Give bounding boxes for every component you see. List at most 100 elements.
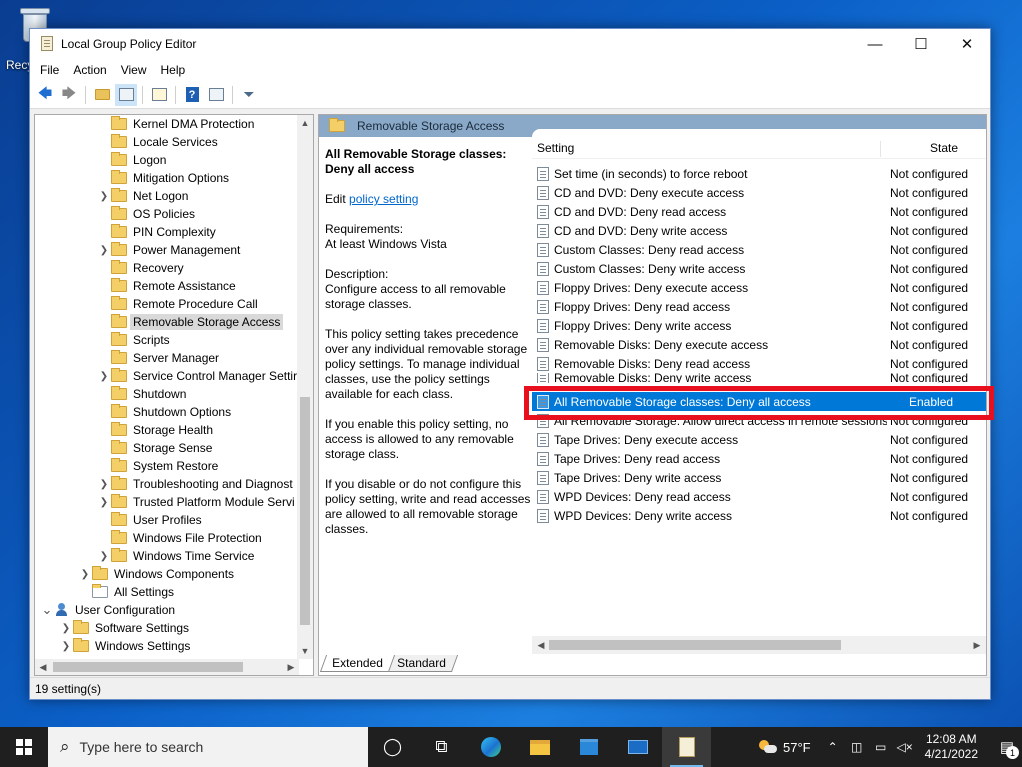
clock[interactable]: 12:08 AM 4/21/2022 [925, 732, 978, 762]
list-row[interactable]: Floppy Drives: Deny read access Not confi… [532, 297, 986, 316]
network-icon[interactable]: ▭ [871, 740, 891, 754]
forward-arrow-icon[interactable]: 🡆 [58, 84, 80, 106]
tree-item[interactable]: Locale Services [97, 133, 218, 151]
tree-item[interactable]: Windows File Protection [97, 529, 262, 547]
chevron-right-icon[interactable]: ❯ [59, 623, 73, 634]
column-state[interactable]: State [930, 141, 958, 155]
tab-extended[interactable]: Extended [319, 655, 395, 672]
tree-horizontal-scrollbar[interactable]: ◀ ▶ [35, 659, 299, 675]
scroll-left-icon[interactable]: ◀ [533, 637, 549, 653]
task-view-icon[interactable]: ⧉ [417, 727, 466, 767]
chevron-up-icon[interactable]: ⌃ [823, 740, 843, 754]
tree-item[interactable]: Remote Procedure Call [97, 295, 258, 313]
tree-item[interactable]: Removable Storage Access [97, 313, 284, 331]
microsoft-store-icon[interactable] [564, 727, 613, 767]
notification-center-button[interactable]: ▤ 1 [992, 727, 1022, 767]
tree-item[interactable]: Mitigation Options [97, 169, 229, 187]
tree-scroll-thumb[interactable] [300, 397, 310, 625]
tree-vertical-scrollbar[interactable]: ▲ ▼ [297, 115, 313, 659]
up-folder-icon[interactable] [91, 84, 113, 106]
start-button[interactable] [0, 727, 48, 767]
list-row[interactable]: Custom Classes: Deny write access Not con… [532, 259, 986, 278]
list-row[interactable]: CD and DVD: Deny read access Not configur… [532, 202, 986, 221]
list-row[interactable]: WPD Devices: Deny write access Not config… [532, 506, 986, 525]
list-row[interactable]: WPD Devices: Deny read access Not configu… [532, 487, 986, 506]
tree-item[interactable]: Scripts [97, 331, 170, 349]
tree-item[interactable]: ❯ Windows Time Service [97, 547, 254, 565]
tree-item-all-settings[interactable]: All Settings [78, 583, 174, 601]
scroll-down-icon[interactable]: ▼ [297, 643, 313, 659]
chevron-right-icon[interactable]: ❯ [78, 569, 92, 580]
tree-item-windows-components[interactable]: ❯ Windows Components [78, 565, 234, 583]
show-hide-tree-icon[interactable] [115, 83, 137, 106]
chevron-right-icon[interactable]: ❯ [97, 479, 111, 490]
list-row[interactable]: Tape Drives: Deny read access Not configu… [532, 449, 986, 468]
tree-item-software-settings[interactable]: ❯ Software Settings [59, 619, 189, 637]
chevron-right-icon[interactable]: ❯ [97, 551, 111, 562]
tree-item[interactable]: Kernel DMA Protection [97, 115, 254, 133]
tree-item[interactable]: ❯ Net Logon [97, 187, 188, 205]
tree-item[interactable]: System Restore [97, 457, 218, 475]
menu-help[interactable]: Help [154, 63, 193, 77]
edit-policy-setting-link[interactable]: policy setting [349, 192, 418, 206]
file-explorer-icon[interactable] [515, 727, 564, 767]
scroll-up-icon[interactable]: ▲ [297, 115, 313, 131]
list-row[interactable]: Floppy Drives: Deny write access Not conf… [532, 316, 986, 335]
tree-item[interactable]: Shutdown [97, 385, 186, 403]
chevron-right-icon[interactable]: ❯ [59, 641, 73, 652]
chevron-right-icon[interactable]: ❯ [97, 245, 111, 256]
tree-item[interactable]: OS Policies [97, 205, 195, 223]
tree-item[interactable]: ❯ Troubleshooting and Diagnost [97, 475, 293, 493]
menu-file[interactable]: File [33, 63, 66, 77]
tree-hscroll-thumb[interactable] [53, 662, 243, 672]
list-row[interactable]: Removable Disks: Deny read access Not con… [532, 354, 986, 373]
tree-item[interactable]: Storage Health [97, 421, 213, 439]
tab-standard[interactable]: Standard [384, 655, 458, 672]
tree-item-user-configuration[interactable]: ⌄ User Configuration [40, 601, 176, 619]
title-bar[interactable]: Local Group Policy Editor — ☐ ✕ [30, 29, 990, 59]
scroll-right-icon[interactable]: ▶ [283, 659, 299, 675]
chevron-down-icon[interactable]: ⌄ [40, 602, 54, 618]
tree-item[interactable]: ❯ Trusted Platform Module Servi [97, 493, 295, 511]
properties-icon[interactable] [205, 84, 227, 106]
tree-item[interactable]: User Profiles [97, 511, 202, 529]
list-row[interactable]: Floppy Drives: Deny execute access Not co… [532, 278, 986, 297]
edge-browser-icon[interactable] [466, 727, 515, 767]
list-row[interactable]: CD and DVD: Deny execute access Not confi… [532, 183, 986, 202]
policy-editor-taskbar-icon[interactable] [662, 727, 711, 767]
maximize-button[interactable]: ☐ [898, 29, 944, 59]
tree-item[interactable]: ❯ Power Management [97, 241, 240, 259]
list-row[interactable]: Tape Drives: Deny execute access Not conf… [532, 430, 986, 449]
menu-action[interactable]: Action [66, 63, 113, 77]
close-button[interactable]: ✕ [944, 29, 990, 59]
list-row[interactable]: Tape Drives: Deny write access Not config… [532, 468, 986, 487]
export-list-icon[interactable] [148, 84, 170, 106]
list-row[interactable]: Removable Disks: Deny write access Not co… [532, 373, 986, 383]
chevron-right-icon[interactable]: ❯ [97, 371, 111, 382]
minimize-button[interactable]: — [852, 29, 898, 59]
weather-widget[interactable]: 57°F [759, 740, 811, 755]
tree-item[interactable]: Logon [97, 151, 166, 169]
list-row[interactable]: Set time (in seconds) to force reboot Not… [532, 164, 986, 183]
volume-icon[interactable]: ◁× [895, 740, 915, 754]
scroll-right-icon[interactable]: ▶ [969, 637, 985, 653]
list-row[interactable]: Custom Classes: Deny read access Not conf… [532, 240, 986, 259]
filter-icon[interactable]: ⏷ [238, 84, 260, 106]
list-row[interactable]: Removable Disks: Deny execute access Not … [532, 335, 986, 354]
list-hscroll-thumb[interactable] [549, 640, 841, 650]
back-arrow-icon[interactable]: 🡄 [34, 84, 56, 106]
tree-item[interactable]: Storage Sense [97, 439, 212, 457]
tree-item[interactable]: PIN Complexity [97, 223, 216, 241]
scroll-left-icon[interactable]: ◀ [35, 659, 51, 675]
cortana-icon[interactable]: ◯ [368, 727, 417, 767]
tree-item[interactable]: Recovery [97, 259, 184, 277]
help-icon[interactable]: ? [181, 84, 203, 106]
tree-item[interactable]: Server Manager [97, 349, 219, 367]
tree-item[interactable]: Shutdown Options [97, 403, 231, 421]
tree-item[interactable]: ❯ Service Control Manager Settir [97, 367, 297, 385]
device-icon[interactable]: ◫ [847, 740, 867, 754]
list-horizontal-scrollbar[interactable]: ◀ ▶ [532, 636, 986, 654]
column-setting[interactable]: Setting [537, 141, 574, 155]
chevron-right-icon[interactable]: ❯ [97, 191, 111, 202]
taskbar-search-box[interactable]: ⌕ Type here to search [48, 727, 368, 767]
